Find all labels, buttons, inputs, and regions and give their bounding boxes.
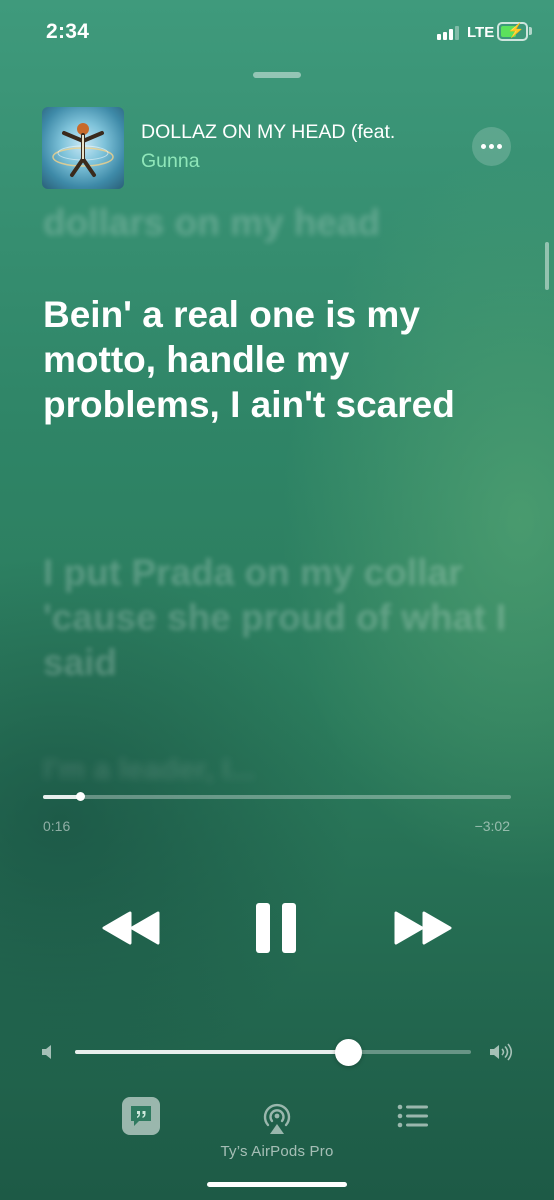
volume-slider-knob[interactable] <box>334 1039 362 1066</box>
status-time: 2:34 <box>46 20 90 43</box>
airplay-button[interactable] <box>259 1100 295 1136</box>
battery-icon: ⚡ <box>497 22 528 41</box>
home-indicator[interactable] <box>207 1182 347 1187</box>
volume-fill <box>75 1050 349 1054</box>
ellipsis-icon <box>481 144 486 149</box>
lyrics-button[interactable] <box>122 1097 160 1135</box>
time-remaining: −3:02 <box>474 818 510 834</box>
queue-button[interactable] <box>396 1103 430 1129</box>
fast-forward-icon <box>394 911 452 945</box>
album-artwork[interactable] <box>42 107 124 189</box>
battery-cap <box>529 27 532 35</box>
progress-track[interactable] <box>43 795 511 799</box>
lyric-line-next[interactable]: I put Prada on my collar 'cause she prou… <box>43 550 513 685</box>
airplay-device-label[interactable]: Ty’s AirPods Pro <box>0 1143 554 1160</box>
lyric-line-current[interactable]: Bein' a real one is my motto, handle my … <box>43 292 513 427</box>
queue-list-icon <box>397 1104 428 1128</box>
progress-fill <box>43 795 81 799</box>
cellular-signal-icon <box>437 26 463 40</box>
charging-bolt-icon: ⚡ <box>507 22 525 38</box>
sheet-grabber[interactable] <box>253 72 301 78</box>
song-title[interactable]: DOLLAZ ON MY HEAD (feat. <box>141 121 441 144</box>
song-artist[interactable]: Gunna <box>141 150 200 173</box>
next-track-button[interactable] <box>390 905 454 951</box>
pause-button[interactable] <box>251 900 301 956</box>
airplay-icon <box>263 1103 291 1134</box>
lyrics-quote-icon <box>131 1106 151 1126</box>
pause-icon <box>256 903 296 953</box>
time-elapsed: 0:16 <box>43 818 71 834</box>
previous-track-button[interactable] <box>100 905 164 951</box>
network-type: LTE <box>467 24 495 41</box>
rewind-icon <box>102 911 160 945</box>
volume-high-icon <box>488 1041 514 1063</box>
lyric-line-previous[interactable]: dollars on my head <box>43 200 513 245</box>
lyric-line-upcoming[interactable]: I'm a leader, I... <box>43 752 513 789</box>
volume-low-icon <box>40 1043 54 1061</box>
lyrics-scroll-indicator[interactable] <box>545 242 549 290</box>
more-options-button[interactable] <box>472 127 511 166</box>
progress-scrubber[interactable] <box>76 792 86 801</box>
